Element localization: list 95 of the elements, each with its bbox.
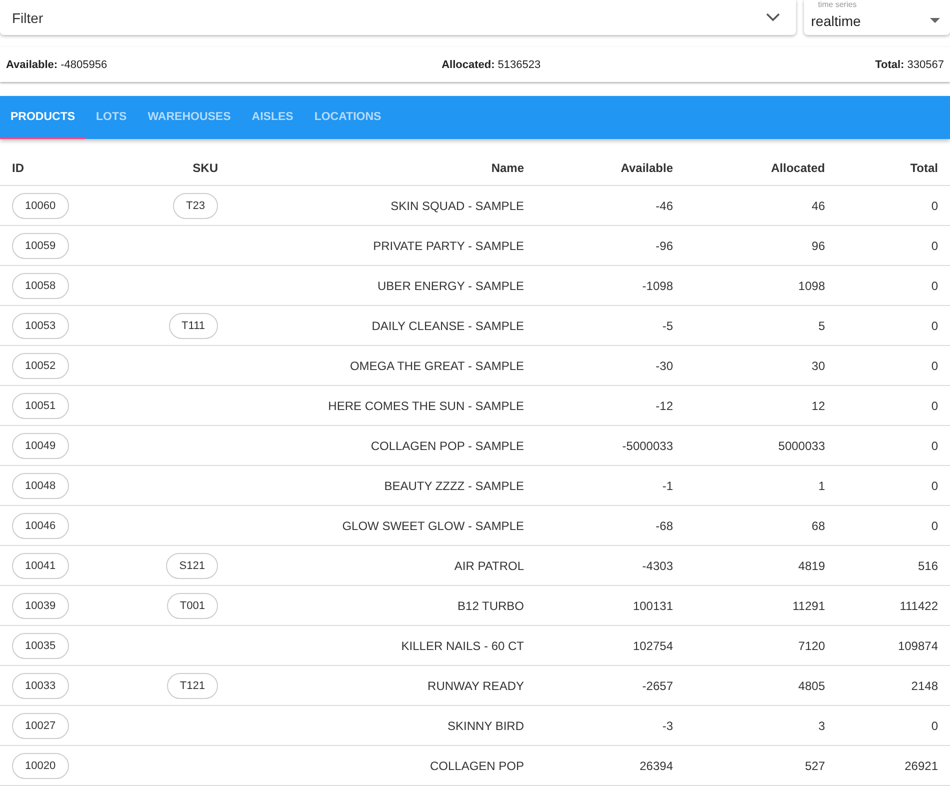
table-cell: 0 [931, 438, 938, 452]
table-cell: SKIN SQUAD - SAMPLE [390, 198, 524, 212]
id-chip[interactable]: 10041 [12, 552, 69, 578]
table-cell: 4805 [798, 678, 825, 692]
sku-chip[interactable]: T121 [166, 672, 218, 698]
select-value: realtime [811, 12, 861, 28]
summary-stat: Allocated: 5136523 [442, 58, 541, 70]
table-cell: -1 [662, 478, 673, 492]
table-cell: 12 [812, 398, 825, 412]
table-cell: 102754 [632, 638, 673, 652]
table-cell: 0 [931, 478, 938, 492]
summary-stat: Available: -4805956 [6, 58, 108, 70]
id-chip[interactable]: 10046 [12, 512, 69, 538]
sku-chip[interactable]: T23 [173, 192, 218, 218]
table-cell: 0 [931, 718, 938, 732]
table-cell: 4819 [798, 558, 825, 572]
table-cell: 100131 [632, 598, 673, 612]
table-cell: -2657 [642, 678, 673, 692]
table-cell: DAILY CLEANSE - SAMPLE [372, 318, 524, 332]
id-chip[interactable]: 10020 [12, 752, 69, 778]
id-chip[interactable]: 10027 [12, 712, 69, 738]
table-cell: COLLAGEN POP [430, 758, 524, 772]
id-chip[interactable]: 10060 [12, 192, 69, 218]
id-chip[interactable]: 10058 [12, 272, 69, 298]
id-chip[interactable]: 10035 [12, 632, 69, 658]
table-cell: 11291 [792, 598, 825, 612]
id-chip[interactable]: 10033 [12, 672, 69, 698]
table-cell: 0 [931, 198, 938, 212]
table-cell: 5000033 [778, 438, 825, 452]
table-cell: 46 [812, 198, 825, 212]
table-cell: 109874 [898, 638, 938, 652]
sku-chip[interactable]: S121 [166, 552, 218, 578]
table-cell: -68 [656, 518, 673, 532]
table-cell: GLOW SWEET GLOW - SAMPLE [342, 518, 524, 532]
id-chip[interactable]: 10051 [12, 392, 69, 418]
dropdown-arrow-icon [930, 18, 940, 23]
table-cell: 0 [931, 238, 938, 252]
table-cell: RUNWAY READY [428, 678, 524, 692]
sku-chip[interactable]: T001 [166, 592, 218, 618]
table-cell: 30 [812, 358, 825, 372]
id-chip[interactable]: 10049 [12, 432, 69, 458]
id-chip[interactable]: 10048 [12, 472, 69, 498]
table-cell: -30 [656, 358, 673, 372]
column-header: Available [620, 160, 673, 174]
sku-chip[interactable]: T111 [168, 312, 218, 338]
table-cell: 516 [918, 558, 938, 572]
table-cell: -5 [662, 318, 673, 332]
table-cell: -96 [656, 238, 673, 252]
table-cell: 1 [818, 478, 825, 492]
table-cell: 111422 [900, 598, 938, 612]
table-cell: -46 [656, 198, 673, 212]
table-cell: 3 [818, 718, 825, 732]
id-chip[interactable]: 10059 [12, 232, 69, 258]
table-cell: 0 [931, 398, 938, 412]
filter-field[interactable]: Filter [12, 0, 766, 35]
table-cell: 1098 [798, 278, 825, 292]
table-cell: B12 TURBO [458, 598, 524, 612]
column-header: SKU [192, 160, 218, 174]
table-cell: UBER ENERGY - SAMPLE [378, 278, 524, 292]
table-cell: -5000033 [622, 438, 673, 452]
select-label: time series [818, 0, 857, 9]
column-header: Allocated [770, 160, 825, 174]
table-cell: BEAUTY ZZZZ - SAMPLE [384, 478, 524, 492]
table-cell: -1098 [642, 278, 673, 292]
summary-stat: Total: 330567 [875, 58, 944, 70]
table-cell: PRIVATE PARTY - SAMPLE [373, 238, 524, 252]
table-cell: 96 [812, 238, 825, 252]
table-cell: AIR PATROL [454, 558, 524, 572]
chevron-down-icon [766, 13, 780, 22]
table-cell: 26921 [904, 758, 938, 772]
column-header: Name [491, 160, 524, 174]
column-header: Total [910, 160, 938, 174]
table-cell: 0 [931, 358, 938, 372]
table-cell: COLLAGEN POP - SAMPLE [370, 438, 524, 452]
id-chip[interactable]: 10052 [12, 352, 69, 378]
table-cell: -3 [662, 718, 673, 732]
time-series-select[interactable]: time series realtime [804, 0, 950, 35]
column-header: ID [12, 160, 24, 174]
table-cell: HERE COMES THE SUN - SAMPLE [328, 398, 524, 412]
table-cell: OMEGA THE GREAT - SAMPLE [350, 358, 524, 372]
table-cell: SKINNY BIRD [448, 718, 524, 732]
table-cell: 0 [931, 318, 938, 332]
table-cell: 527 [804, 758, 825, 772]
table-cell: 0 [931, 278, 938, 292]
table-cell: 5 [818, 318, 825, 332]
table-cell: 7120 [798, 638, 825, 652]
table-cell: -4303 [642, 558, 673, 572]
id-chip[interactable]: 10039 [12, 592, 69, 618]
table-cell: 2148 [911, 678, 938, 692]
table-cell: 26394 [640, 758, 673, 772]
table-cell: -12 [656, 398, 673, 412]
table-cell: 68 [812, 518, 825, 532]
table-cell: KILLER NAILS - 60 CT [401, 638, 524, 652]
table-cell: 0 [931, 518, 938, 532]
id-chip[interactable]: 10053 [12, 312, 69, 338]
